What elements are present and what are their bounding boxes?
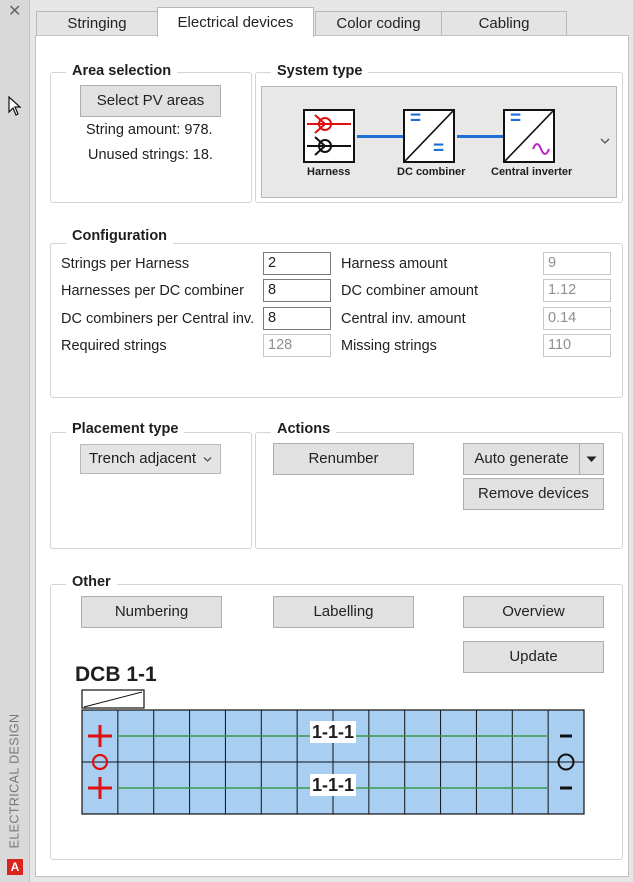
dcb-diagram: 1-1-1 1-1-1 [81, 689, 586, 817]
auto-generate-dropdown[interactable] [579, 443, 604, 475]
update-button[interactable]: Update [463, 641, 604, 673]
string-amount-text: String amount: 978. [86, 122, 213, 138]
combiner-connector-line [457, 135, 503, 138]
app-logo-icon: A [7, 859, 23, 875]
placement-type-value: Trench adjacent [89, 450, 197, 467]
required-strings-label: Required strings [61, 338, 167, 354]
dc-combiner-label: DC combiner [397, 166, 466, 178]
harness-connector-line [357, 135, 403, 138]
electrical-devices-panel: Area selection Select PV areas String am… [35, 35, 629, 877]
tab-cabling[interactable]: Cabling [441, 11, 567, 36]
system-type-dropdown[interactable]: Harness = = DC combiner = Central invert… [261, 86, 617, 198]
select-pv-areas-button[interactable]: Select PV areas [80, 85, 221, 117]
missing-strings-label: Missing strings [341, 338, 437, 354]
overview-button[interactable]: Overview [463, 596, 604, 628]
dc-combiner-amount-field: 1.12 [543, 279, 611, 302]
chevron-down-icon [600, 138, 610, 144]
strings-per-harness-label: Strings per Harness [61, 256, 190, 272]
tab-stringing[interactable]: Stringing [36, 11, 158, 36]
unused-strings-text: Unused strings: 18. [88, 147, 213, 163]
actions-title: Actions [271, 420, 337, 438]
harness-label: Harness [307, 166, 351, 178]
harnesses-per-combiner-label: Harnesses per DC combiner [61, 283, 244, 299]
labelling-button[interactable]: Labelling [273, 596, 414, 628]
harness-amount-field: 9 [543, 252, 611, 275]
mouse-cursor-icon [8, 96, 22, 116]
tab-color-coding[interactable]: Color coding [315, 11, 442, 36]
configuration-title: Configuration [66, 227, 174, 245]
central-inv-amount-field: 0.14 [543, 307, 611, 330]
placement-type-title: Placement type [66, 420, 185, 438]
combiners-per-inverter-label: DC combiners per Central inv. [61, 311, 255, 327]
system-type-title: System type [271, 62, 369, 80]
placement-type-select[interactable]: Trench adjacent [80, 444, 221, 474]
strings-per-harness-input[interactable]: 2 [263, 252, 331, 275]
close-icon[interactable]: ✕ [8, 4, 21, 20]
dc-symbol-top: = [410, 108, 422, 129]
harnesses-per-combiner-input[interactable]: 8 [263, 279, 331, 302]
caret-down-icon [586, 456, 597, 462]
row-label-1: 1-1-1 [310, 721, 357, 743]
other-title: Other [66, 573, 117, 591]
chevron-down-icon [203, 457, 212, 462]
dc-combiner-amount-label: DC combiner amount [341, 283, 478, 299]
auto-generate-button[interactable]: Auto generate [463, 443, 580, 475]
tab-electrical-devices[interactable]: Electrical devices [157, 7, 314, 37]
harness-icon [303, 109, 355, 163]
combiners-per-inverter-input[interactable]: 8 [263, 307, 331, 330]
palette-title: ELECTRICAL DESIGN [1, 713, 27, 849]
central-inv-amount-label: Central inv. amount [341, 311, 466, 327]
side-panel-bar: ✕ ELECTRICAL DESIGN A [0, 0, 30, 882]
inverter-dc-symbol: = [510, 108, 522, 129]
required-strings-field: 128 [263, 334, 331, 357]
missing-strings-field: 110 [543, 334, 611, 357]
dc-combiner-icon: = = [403, 109, 455, 163]
dcb-grid [81, 689, 585, 815]
row-label-2: 1-1-1 [310, 774, 357, 796]
renumber-button[interactable]: Renumber [273, 443, 414, 475]
dc-symbol-bottom: = [433, 138, 445, 159]
harness-amount-label: Harness amount [341, 256, 448, 272]
numbering-button[interactable]: Numbering [81, 596, 222, 628]
remove-devices-button[interactable]: Remove devices [463, 478, 604, 510]
palette-title-text: ELECTRICAL DESIGN [7, 713, 21, 849]
dcb-title: DCB 1-1 [75, 663, 157, 686]
central-inverter-label: Central inverter [491, 166, 573, 178]
area-selection-title: Area selection [66, 62, 178, 80]
central-inverter-icon: = [503, 109, 555, 163]
